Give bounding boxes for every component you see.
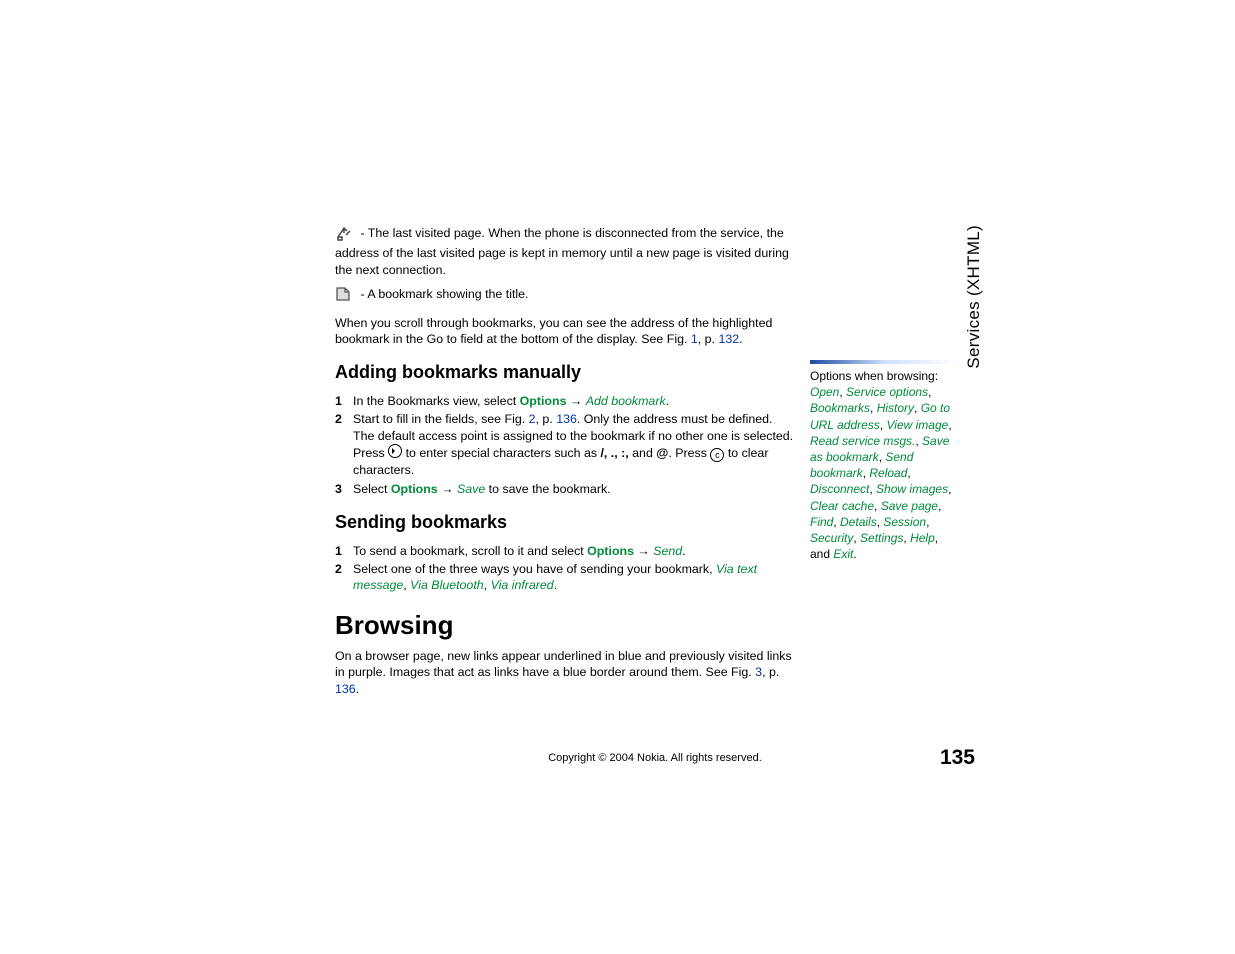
options-sidebar: Options when browsing: Open, Service opt… (810, 360, 960, 562)
fig-1-ref[interactable]: 1 (691, 332, 698, 346)
bookmark-icon (335, 286, 353, 306)
page-136-ref-2[interactable]: 136 (335, 682, 356, 696)
options-label: Options (520, 394, 567, 408)
sidebar-bar (810, 360, 960, 364)
browsing-heading: Browsing (335, 608, 795, 642)
last-visited-para: - The last visited page. When the phone … (335, 225, 795, 278)
page-136-ref[interactable]: 136 (556, 412, 577, 426)
adding-heading: Adding bookmarks manually (335, 361, 795, 385)
section-tab: Services (XHTML) (964, 225, 984, 369)
adding-step-2: 2Start to fill in the fields, see Fig. 2… (335, 411, 795, 478)
last-visited-text: - The last visited page. When the phone … (335, 226, 789, 277)
adding-step-3: 3Select Options → Save to save the bookm… (335, 481, 795, 497)
scroll-para: When you scroll through bookmarks, you c… (335, 315, 795, 348)
page-number: 135 (940, 746, 975, 770)
main-column: - The last visited page. When the phone … (335, 225, 795, 697)
fig-2-ref[interactable]: 2 (529, 412, 536, 426)
bookmark-title-para: - A bookmark showing the title. (335, 286, 795, 306)
browsing-para: On a browser page, new links appear unde… (335, 648, 795, 697)
footer: Copyright © 2004 Nokia. All rights reser… (335, 752, 975, 764)
sending-step-2: 2Select one of the three ways you have o… (335, 561, 795, 594)
adding-step-1: 1In the Bookmarks view, select Options →… (335, 393, 795, 409)
page-132-ref[interactable]: 132 (718, 332, 739, 346)
last-visited-icon (335, 225, 353, 245)
bookmark-title-text: - A bookmark showing the title. (357, 287, 529, 301)
save-action: Save (457, 482, 485, 496)
sending-steps: 1To send a bookmark, scroll to it and se… (335, 543, 795, 594)
copyright: Copyright © 2004 Nokia. All rights reser… (548, 752, 762, 764)
sidebar-body: Options when browsing: Open, Service opt… (810, 368, 960, 562)
sending-heading: Sending bookmarks (335, 511, 795, 535)
adding-steps: 1In the Bookmarks view, select Options →… (335, 393, 795, 497)
sending-step-1: 1To send a bookmark, scroll to it and se… (335, 543, 795, 559)
clear-key-icon: c (710, 448, 724, 462)
nav-key-icon (388, 444, 402, 458)
add-bookmark-action: Add bookmark (586, 394, 666, 408)
send-action: Send (653, 544, 682, 558)
